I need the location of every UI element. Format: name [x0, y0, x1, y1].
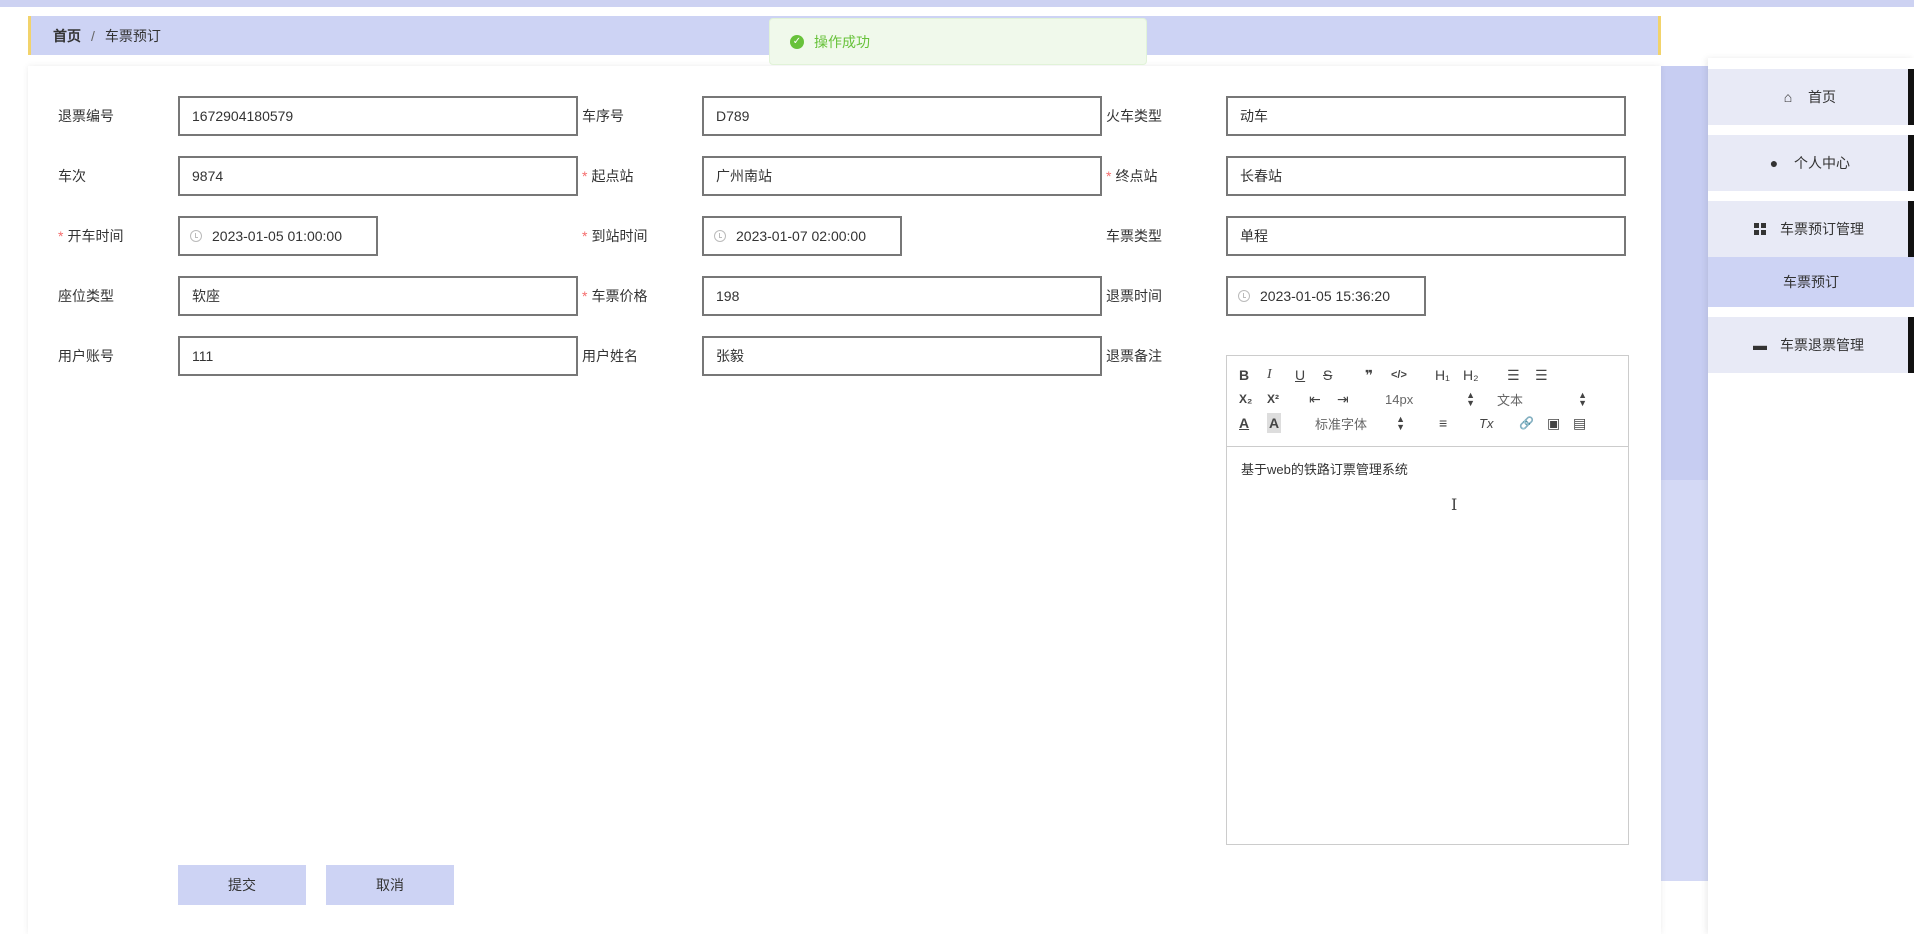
end-station-label: * 终点站 — [1106, 168, 1158, 184]
sidebar-item-label: 车票退票管理 — [1780, 337, 1864, 353]
refund-time-picker[interactable]: 2023-01-05 15:36:20 — [1226, 276, 1426, 316]
required-mark: * — [582, 168, 588, 184]
seat-type-label: 座位类型 — [58, 288, 114, 304]
breadcrumb-separator: / — [91, 27, 95, 44]
train-no-label: 车次 — [58, 168, 86, 184]
select-arrows-icon: ▲ ▼ — [1396, 414, 1405, 432]
indent-icon[interactable]: ⇥ — [1337, 389, 1349, 409]
refund-no-input[interactable]: 1672904180579 — [178, 96, 578, 136]
refund-no-label: 退票编号 — [58, 108, 114, 124]
account-input[interactable]: 111 — [178, 336, 578, 376]
link-icon[interactable]: 🔗 — [1519, 413, 1534, 433]
train-type-label: 火车类型 — [1106, 108, 1162, 124]
ticket-type-input[interactable]: 单程 — [1226, 216, 1626, 256]
refund-time-label: 退票时间 — [1106, 288, 1162, 304]
video-icon[interactable]: ▤ — [1573, 413, 1586, 433]
outdent-icon[interactable]: ⇤ — [1309, 389, 1321, 409]
success-toast: ✓ 操作成功 — [769, 18, 1147, 65]
sidebar-item-label: 首页 — [1808, 89, 1836, 105]
sidebar-item-profile[interactable]: ● 个人中心 — [1708, 135, 1914, 191]
sidebar-item-home[interactable]: ⌂ 首页 — [1708, 69, 1914, 125]
text-color-icon[interactable]: A — [1239, 413, 1249, 433]
submenu-item-booking[interactable]: 车票预订 — [1708, 257, 1914, 307]
clean-format-icon[interactable]: Tx — [1479, 413, 1493, 433]
grid-icon — [1752, 223, 1768, 235]
clock-icon — [190, 230, 202, 242]
sidebar-item-label: 车票预订管理 — [1780, 221, 1864, 237]
seat-type-input[interactable]: 软座 — [178, 276, 578, 316]
subscript-button[interactable]: X₂ — [1239, 389, 1252, 409]
car-no-input[interactable]: D789 — [702, 96, 1102, 136]
superscript-button[interactable]: X² — [1267, 389, 1279, 409]
cancel-button[interactable]: 取消 — [326, 865, 454, 905]
required-mark: * — [1106, 168, 1112, 184]
start-station-input[interactable]: 广州南站 — [702, 156, 1102, 196]
ticket-type-label: 车票类型 — [1106, 228, 1162, 244]
refund-note-label: 退票备注 — [1106, 348, 1162, 364]
header2-button[interactable]: H₂ — [1463, 365, 1479, 385]
select-arrows-icon: ▲ ▼ — [1578, 390, 1587, 408]
blockquote-button[interactable]: ❞ — [1365, 365, 1373, 385]
sidebar-item-label: 个人中心 — [1794, 155, 1850, 171]
breadcrumb-home[interactable]: 首页 — [53, 26, 81, 46]
breadcrumb-current: 车票预订 — [104, 27, 161, 44]
sidebar-item-refund-management[interactable]: ▬ 车票退票管理 — [1708, 317, 1914, 373]
required-mark: * — [582, 288, 588, 304]
background-color-icon[interactable]: A — [1267, 413, 1282, 433]
rich-text-editor[interactable]: B I U S ❞ </> H₁ H₂ ☰ ☰ X₂ X² ⇤ ⇥ 14px ▲ ▼… — [1226, 355, 1629, 845]
start-station-label: * 起点站 — [582, 168, 634, 184]
home-icon: ⌂ — [1783, 89, 1793, 105]
editor-text: 基于web的铁路订票管理系统 — [1241, 462, 1408, 477]
underline-button[interactable]: U — [1295, 365, 1305, 385]
monitor-icon: ▬ — [1753, 337, 1767, 353]
font-family-select[interactable]: 标准字体 ▲ ▼ — [1315, 413, 1405, 433]
text-cursor-icon: I — [1451, 495, 1458, 514]
select-arrows-icon: ▲ ▼ — [1466, 390, 1475, 408]
car-no-label: 车序号 — [582, 108, 624, 124]
bold-button[interactable]: B — [1239, 365, 1249, 385]
success-check-icon: ✓ — [790, 34, 804, 49]
train-type-input[interactable]: 动车 — [1226, 96, 1626, 136]
end-station-input[interactable]: 长春站 — [1226, 156, 1626, 196]
code-block-button[interactable]: </> — [1391, 365, 1407, 385]
sidebar-item-booking-management[interactable]: 车票预订管理 — [1708, 201, 1914, 257]
arrive-time-label: * 到站时间 — [582, 228, 648, 244]
depart-time-label: * 开车时间 — [58, 228, 124, 244]
header1-button[interactable]: H₁ — [1435, 365, 1450, 385]
toast-message: 操作成功 — [814, 33, 870, 50]
price-label: * 车票价格 — [582, 288, 648, 304]
editor-toolbar: B I U S ❞ </> H₁ H₂ ☰ ☰ X₂ X² ⇤ ⇥ 14px ▲ ▼… — [1227, 356, 1628, 447]
background-decoration-lower — [1661, 480, 1708, 881]
user-name-input[interactable]: 张毅 — [702, 336, 1102, 376]
price-input[interactable]: 198 — [702, 276, 1102, 316]
required-mark: * — [58, 228, 64, 244]
submit-button[interactable]: 提交 — [178, 865, 306, 905]
required-mark: * — [582, 228, 588, 244]
user-name-label: 用户姓名 — [582, 348, 638, 364]
italic-button[interactable]: I — [1267, 365, 1272, 385]
top-accent-line — [0, 0, 1914, 7]
account-label: 用户账号 — [58, 348, 114, 364]
form-card: 退票编号 1672904180579 车序号 D789 火车类型 动车 车次 9… — [28, 66, 1661, 934]
align-icon[interactable]: ≡ — [1439, 413, 1447, 433]
sidebar-menu: ⌂ 首页 ● 个人中心 车票预订管理 车票预订 ▬ 车票退票管理 — [1708, 58, 1914, 934]
image-icon[interactable]: ▣ — [1547, 413, 1560, 433]
clock-icon — [714, 230, 726, 242]
clock-icon — [1238, 290, 1250, 302]
train-no-input[interactable]: 9874 — [178, 156, 578, 196]
depart-time-picker[interactable]: 2023-01-05 01:00:00 — [178, 216, 378, 256]
strike-button[interactable]: S — [1323, 365, 1332, 385]
header-select[interactable]: 文本 ▲ ▼ — [1497, 389, 1587, 409]
submenu-item-label: 车票预订 — [1783, 274, 1839, 290]
ordered-list-icon[interactable]: ☰ — [1507, 365, 1520, 385]
bullet-list-icon[interactable]: ☰ — [1535, 365, 1548, 385]
editor-content[interactable]: 基于web的铁路订票管理系统 I — [1227, 447, 1628, 514]
user-icon: ● — [1769, 155, 1779, 171]
arrive-time-picker[interactable]: 2023-01-07 02:00:00 — [702, 216, 902, 256]
font-size-select[interactable]: 14px ▲ ▼ — [1385, 389, 1475, 409]
